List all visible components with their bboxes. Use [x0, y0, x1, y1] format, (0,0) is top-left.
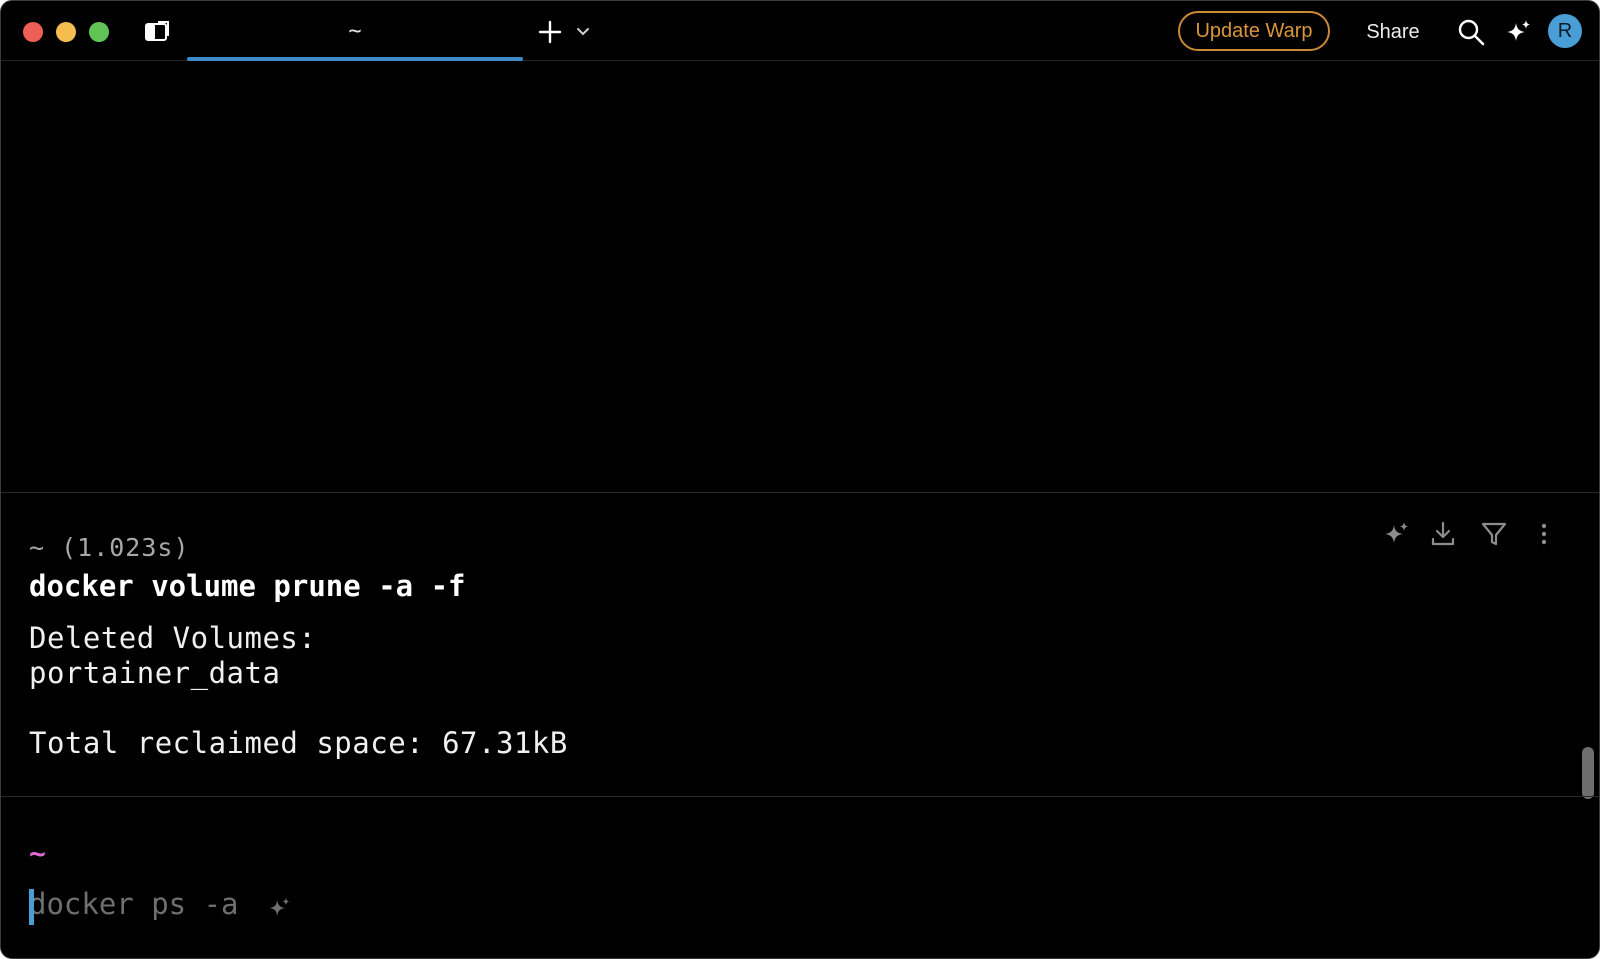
search-icon[interactable]: [1456, 17, 1486, 47]
share-button[interactable]: Share: [1353, 19, 1433, 45]
scrollbar[interactable]: [1582, 747, 1594, 799]
chevron-down-icon[interactable]: [573, 21, 593, 41]
maximize-window-button[interactable]: [89, 22, 109, 42]
update-warp-button[interactable]: Update Warp: [1178, 11, 1330, 51]
terminal-window: ~ Update Warp Share R ~ (1.023s) docker …: [0, 0, 1600, 959]
block-command: docker volume prune -a -f: [29, 569, 466, 603]
output-line: portainer_data: [29, 656, 281, 690]
plus-icon[interactable]: [536, 18, 564, 46]
download-icon[interactable]: [1428, 519, 1458, 549]
prompt-directory: ~: [29, 837, 46, 870]
active-tab-indicator: [187, 57, 523, 61]
more-vertical-icon[interactable]: [1529, 519, 1559, 549]
block-divider-bottom: [1, 796, 1599, 797]
output-line: Deleted Volumes:: [29, 621, 317, 655]
tab-label: ~: [348, 19, 362, 44]
sparkle-icon[interactable]: [1503, 17, 1533, 47]
panels-icon[interactable]: [143, 19, 171, 45]
block-meta: ~ (1.023s): [29, 533, 190, 562]
title-bar: ~ Update Warp Share R: [1, 1, 1599, 61]
output-line: Total reclaimed space: 67.31kB: [29, 726, 568, 760]
command-input[interactable]: docker ps -a: [29, 887, 239, 921]
sparkle-icon[interactable]: [1381, 519, 1411, 549]
sparkle-icon[interactable]: [266, 895, 292, 921]
close-window-button[interactable]: [23, 22, 43, 42]
input-cursor: [29, 889, 34, 925]
filter-icon[interactable]: [1479, 519, 1509, 549]
tab-home[interactable]: ~: [187, 1, 523, 61]
avatar[interactable]: R: [1548, 14, 1582, 48]
minimize-window-button[interactable]: [56, 22, 76, 42]
block-divider-top: [1, 492, 1599, 493]
